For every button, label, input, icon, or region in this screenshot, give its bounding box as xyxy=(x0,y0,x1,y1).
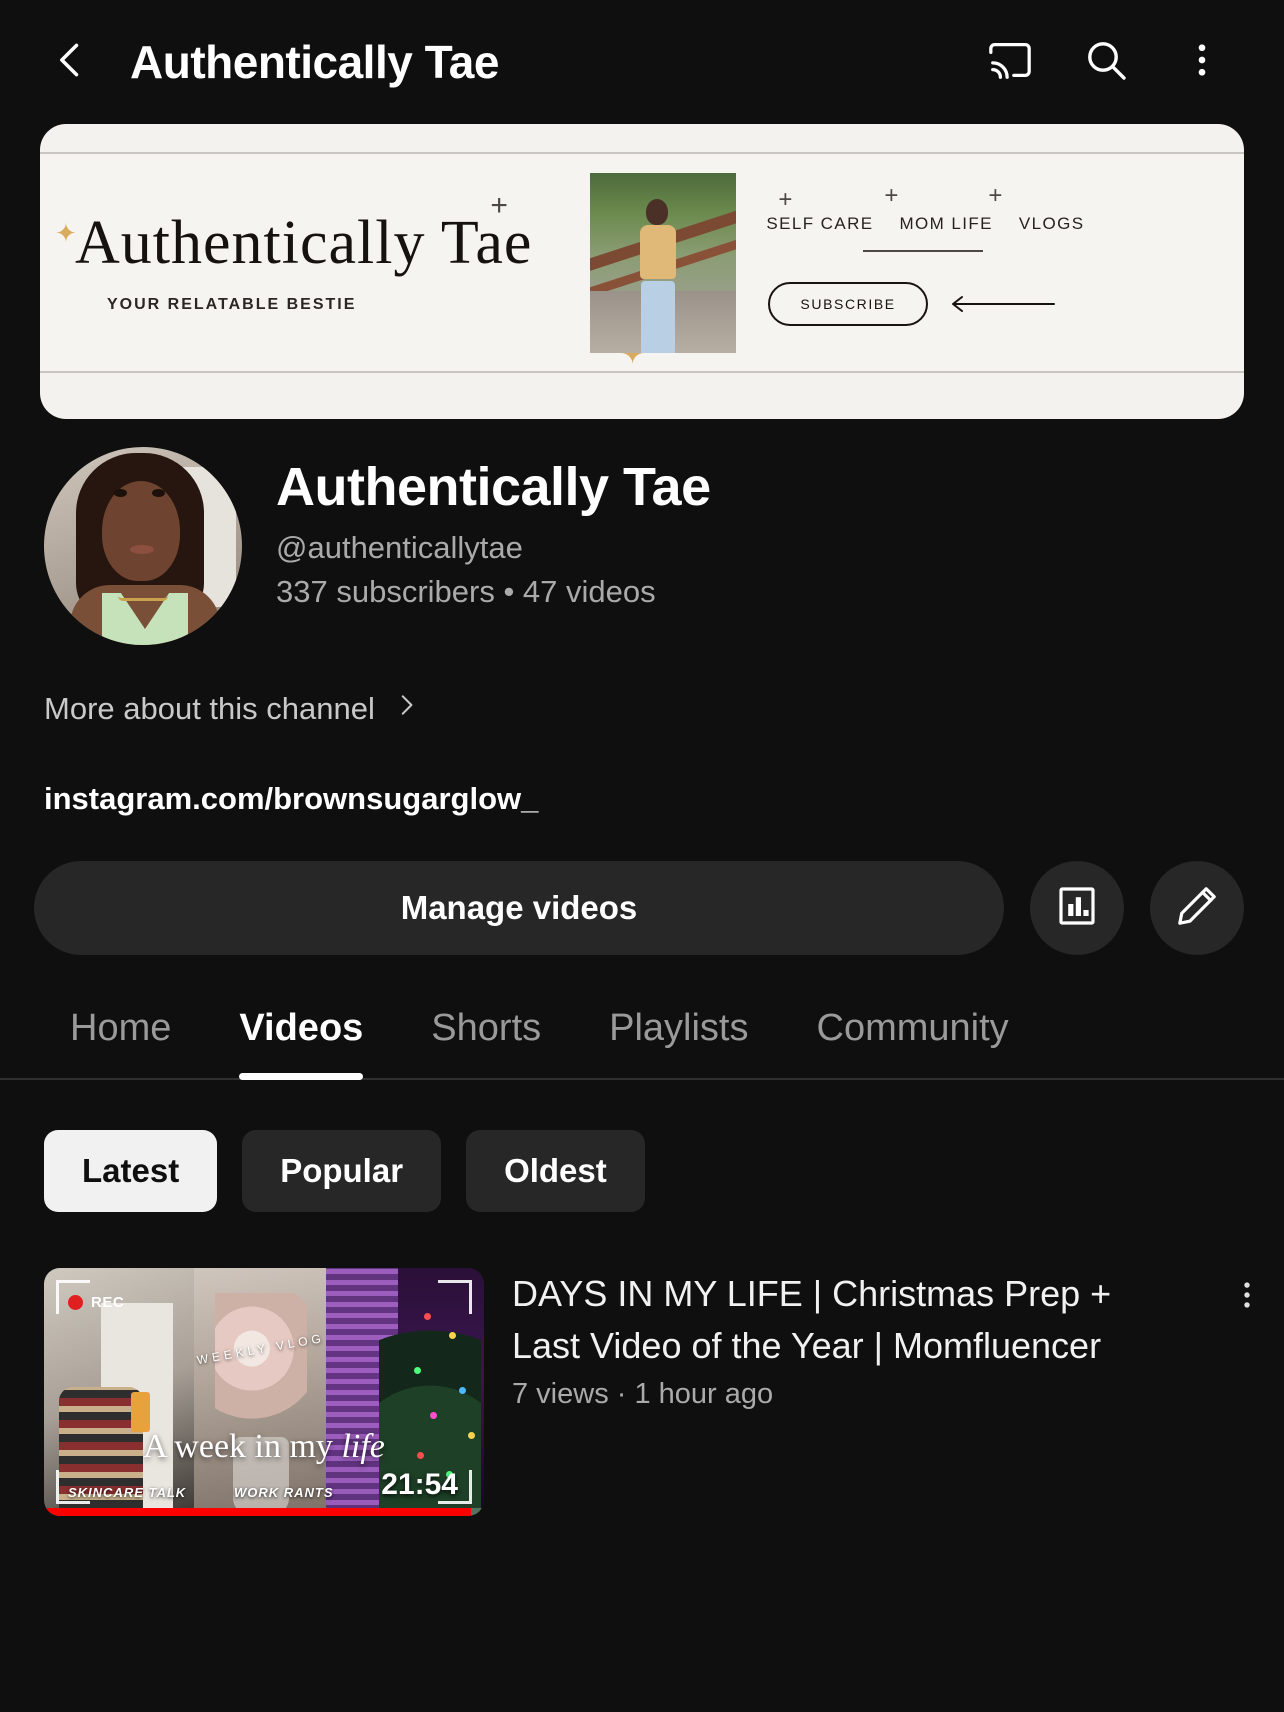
sparkle-icon: ✦ xyxy=(55,217,77,248)
channel-external-link[interactable]: instagram.com/brownsugarglow_ xyxy=(0,733,1284,817)
channel-handle: @authenticallytae xyxy=(276,530,523,566)
video-info: DAYS IN MY LIFE | Christmas Prep + Last … xyxy=(512,1268,1182,1516)
cast-button[interactable] xyxy=(962,24,1058,100)
banner-category-mom-life: MOM LIFE xyxy=(899,214,993,233)
thumbnail-tag-right: WORK RANTS xyxy=(234,1485,334,1500)
page-title: Authentically Tae xyxy=(130,36,499,88)
search-button[interactable] xyxy=(1058,24,1154,100)
back-button[interactable] xyxy=(40,31,102,93)
banner-photo xyxy=(590,172,737,353)
plus-decor-icon: + xyxy=(988,182,1003,209)
channel-meta: Authentically Tae @authenticallytae 337 … xyxy=(276,447,711,610)
video-list-item[interactable]: REC WEEKLY VLOG A week in my life SKINCA… xyxy=(0,1212,1284,1516)
cast-icon xyxy=(987,37,1033,88)
thumbnail-overlay-title-main: A week in my xyxy=(143,1428,333,1465)
channel-tabs: Home Videos Shorts Playlists Community xyxy=(0,955,1284,1080)
avatar[interactable] xyxy=(44,447,242,645)
video-duration: 21:54 xyxy=(381,1468,458,1501)
thumbnail-tag-left: SKINCARE TALK xyxy=(68,1485,187,1500)
video-thumbnail[interactable]: REC WEEKLY VLOG A week in my life SKINCA… xyxy=(44,1268,484,1516)
tab-shorts[interactable]: Shorts xyxy=(397,1007,575,1078)
video-title[interactable]: DAYS IN MY LIFE | Christmas Prep + Last … xyxy=(512,1268,1172,1372)
channel-name: Authentically Tae xyxy=(276,457,711,517)
header-actions xyxy=(962,24,1250,100)
banner-categories-area: + + + SELF CARE MOM LIFE VLOGS SUBSCRIBE xyxy=(736,154,1244,371)
arrow-left-icon xyxy=(944,293,1056,315)
more-vertical-icon xyxy=(1230,1278,1264,1317)
watch-progress-bar xyxy=(44,1508,484,1516)
rec-label: REC xyxy=(91,1294,125,1311)
overflow-menu-button[interactable] xyxy=(1154,24,1250,100)
channel-actions: Manage videos xyxy=(0,817,1284,955)
more-vertical-icon xyxy=(1181,39,1223,86)
video-overflow-button[interactable] xyxy=(1210,1268,1284,1516)
chip-oldest[interactable]: Oldest xyxy=(466,1130,645,1212)
chip-popular[interactable]: Popular xyxy=(242,1130,442,1212)
thumbnail-rec-badge: REC xyxy=(68,1294,124,1311)
banner-category-underline xyxy=(863,250,984,252)
plus-decor-icon: + xyxy=(778,186,793,213)
record-dot-icon xyxy=(68,1295,83,1310)
search-icon xyxy=(1082,36,1130,89)
app-header: Authentically Tae xyxy=(0,0,1284,124)
channel-banner[interactable]: ✦ ✦ Authentically Tae YOUR RELATABLE BES… xyxy=(40,124,1244,419)
tab-home[interactable]: Home xyxy=(36,1007,205,1078)
back-arrow-icon xyxy=(49,38,93,87)
banner-subscribe-button[interactable]: SUBSCRIBE xyxy=(768,282,928,326)
banner-branding: ✦ ✦ Authentically Tae YOUR RELATABLE BES… xyxy=(40,208,645,370)
thumbnail-overlay-title-accent: life xyxy=(341,1428,385,1465)
banner-channel-name: Authentically Tae xyxy=(75,208,533,277)
channel-stats: 337 subscribers • 47 videos xyxy=(276,574,656,610)
customize-channel-button[interactable] xyxy=(1150,861,1244,955)
plus-decor-icon: + xyxy=(884,182,899,209)
banner-tagline: YOUR RELATABLE BESTIE xyxy=(107,295,357,313)
channel-info: Authentically Tae @authenticallytae 337 … xyxy=(0,419,1284,645)
plus-decor-icon: + xyxy=(490,188,508,222)
manage-videos-button[interactable]: Manage videos xyxy=(34,861,1004,955)
tab-community[interactable]: Community xyxy=(783,1007,1043,1078)
pencil-edit-icon xyxy=(1173,882,1221,935)
banner-category-self-care: SELF CARE xyxy=(766,214,874,233)
banner-subscribe-row: SUBSCRIBE xyxy=(768,282,1055,326)
banner-category-vlogs: VLOGS xyxy=(1018,214,1085,233)
chip-latest[interactable]: Latest xyxy=(44,1130,218,1212)
analytics-bar-chart-icon xyxy=(1053,882,1101,935)
thumbnail-overlay-title: A week in my life xyxy=(44,1428,484,1466)
sort-filter-chips: Latest Popular Oldest xyxy=(0,1080,1284,1212)
more-about-label: More about this channel xyxy=(44,691,375,726)
chevron-right-icon xyxy=(393,685,419,733)
video-meta: 7 views · 1 hour ago xyxy=(512,1378,774,1411)
tab-playlists[interactable]: Playlists xyxy=(575,1007,782,1078)
tab-videos[interactable]: Videos xyxy=(205,1007,397,1080)
banner-content: ✦ ✦ Authentically Tae YOUR RELATABLE BES… xyxy=(40,152,1244,373)
banner-category-list: SELF CARE MOM LIFE VLOGS xyxy=(766,214,1084,234)
more-about-channel-link[interactable]: More about this channel xyxy=(0,645,1284,733)
analytics-button[interactable] xyxy=(1030,861,1124,955)
